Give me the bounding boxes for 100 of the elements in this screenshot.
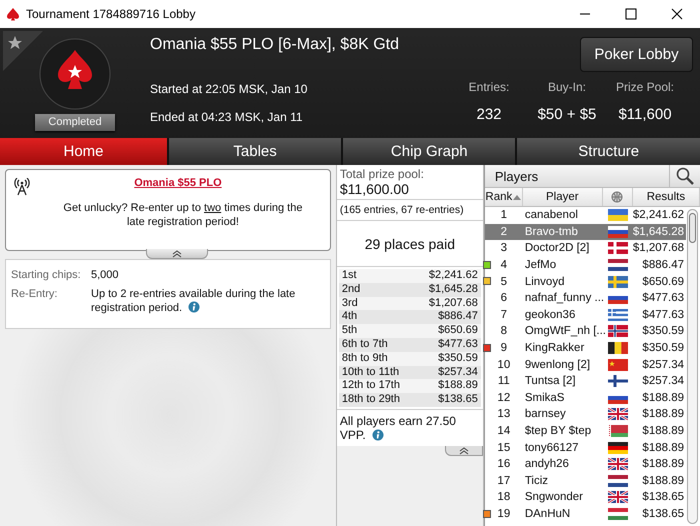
- player-row[interactable]: 18 Sngwonder $138.65: [484, 489, 686, 506]
- flag-icon: [608, 276, 628, 288]
- column-header[interactable]: Rank: [484, 188, 523, 206]
- player-name: Sngwonder: [524, 491, 584, 504]
- player-row[interactable]: 2 Bravo-tmb $1,645.28: [484, 224, 686, 240]
- poker-lobby-button[interactable]: Poker Lobby: [580, 37, 693, 72]
- player-row[interactable]: 13 barnsey $188.89: [484, 406, 686, 423]
- start-time: Started at 22:05 MSK, Jan 10: [150, 82, 308, 96]
- rank-cell-text: 10: [496, 358, 512, 371]
- tab[interactable]: Home: [0, 138, 167, 165]
- result-cell-text: $350.59: [641, 325, 685, 338]
- scrollbar[interactable]: [687, 209, 698, 524]
- collapse-button[interactable]: [146, 249, 208, 259]
- player-row[interactable]: 6 nafnaf_funny ... $477.63: [484, 290, 686, 307]
- player-row[interactable]: 14 $tep BY $tep $188.89: [484, 422, 686, 440]
- player-row[interactable]: 10 9wenlong [2] $257.34: [484, 356, 686, 373]
- player-row[interactable]: 12 SmikaS $188.89: [484, 390, 686, 406]
- place-label: 10th to 11th: [342, 366, 400, 380]
- result-cell-text: $257.34: [641, 358, 685, 371]
- detail-label: Re-Entry:: [11, 287, 58, 302]
- place-label: 18th to 29th: [342, 393, 400, 407]
- search-icon[interactable]: [676, 167, 694, 185]
- player-row[interactable]: 3 Doctor2D [2] $1,207.68: [484, 240, 686, 257]
- player-name: DAnHuN: [524, 508, 572, 520]
- prize-amount: $886.47: [438, 310, 478, 324]
- tab[interactable]: Chip Graph: [343, 138, 516, 165]
- total-prize: $11,600.00: [340, 181, 410, 197]
- result-cell-text: $886.47: [641, 259, 685, 272]
- flag-icon: [608, 259, 628, 272]
- prize-amount: $1,207.68: [428, 296, 478, 310]
- result-cell-text: $188.89: [641, 392, 685, 404]
- prize-amount: $138.65: [438, 393, 478, 407]
- stat-label: Buy-In:: [548, 80, 586, 94]
- app-logo-icon: [6, 7, 20, 21]
- flag-icon: [608, 358, 628, 371]
- flag-icon: [608, 325, 628, 338]
- close-icon[interactable]: [671, 8, 683, 20]
- detail-value: Up to 2 re-entries available during the late registration period.: [91, 287, 296, 315]
- result-cell-text: $188.89: [641, 474, 685, 487]
- result-cell-text: $138.65: [641, 491, 685, 504]
- detail-value: 5,000: [91, 268, 120, 282]
- player-row[interactable]: 19 DAnHuN $138.65: [484, 506, 686, 522]
- player-name: barnsey: [524, 408, 567, 420]
- prize-amount: $650.69: [438, 324, 478, 338]
- result-cell-text: $477.63: [641, 292, 685, 304]
- player-row[interactable]: 4 JefMo $886.47: [484, 256, 686, 274]
- result-cell-text: $1,645.28: [632, 226, 685, 238]
- collapse-button[interactable]: [444, 446, 483, 456]
- sort-arrow-icon: [513, 194, 522, 200]
- flag-icon: [608, 375, 628, 388]
- flag-icon: [608, 209, 628, 222]
- player-name: nafnaf_funny ...: [524, 292, 603, 304]
- player-name: Tuntsa [2]: [524, 375, 577, 388]
- rank-cell-text: 19: [496, 508, 512, 520]
- player-name: canabenol: [524, 209, 579, 222]
- player-row[interactable]: 15 tony66127 $188.89: [484, 439, 686, 456]
- player-row[interactable]: 1 canabenol $2,241.62: [484, 207, 686, 224]
- place-label: 6th to 7th: [342, 338, 388, 352]
- tab[interactable]: Structure: [517, 138, 700, 165]
- rank-cell-text: 6: [500, 292, 508, 304]
- result-cell-text: $188.89: [641, 425, 685, 438]
- result-cell-text: $257.34: [641, 375, 685, 388]
- player-row[interactable]: 8 OmgWtF_nh [... $350.59: [484, 323, 686, 340]
- rank-cell-text: 1: [500, 209, 508, 222]
- flag-icon: [608, 226, 628, 238]
- player-row[interactable]: 16 andyh26 $188.89: [484, 456, 686, 472]
- favorite-star-icon[interactable]: [3, 31, 43, 71]
- rank-cell-text: 11: [496, 375, 511, 388]
- player-row[interactable]: 7 geokon36 $477.63: [484, 306, 686, 324]
- news-link[interactable]: Omania $55 PLO: [134, 177, 222, 189]
- prize-amount: $477.63: [438, 338, 478, 352]
- flag-icon: [608, 308, 628, 321]
- rank-cell-text: 7: [500, 308, 508, 321]
- maximize-icon[interactable]: [625, 8, 637, 20]
- flag-icon: [608, 474, 628, 487]
- rank-cell-text: 16: [496, 458, 512, 470]
- player-row[interactable]: 5 Linvoyd $650.69: [484, 273, 686, 290]
- result-cell-text: $188.89: [641, 458, 685, 470]
- tab[interactable]: Tables: [168, 138, 342, 165]
- place-label: 1st: [342, 269, 357, 283]
- player-row[interactable]: 17 Ticiz $188.89: [484, 472, 686, 490]
- flag-icon: [608, 342, 628, 354]
- flag-icon: [608, 508, 628, 520]
- place-label: 8th to 9th: [342, 352, 388, 366]
- rank-cell-text: 18: [496, 491, 512, 504]
- info-icon[interactable]: [372, 428, 384, 441]
- column-header[interactable]: Results: [632, 188, 700, 206]
- stat-value: 232: [476, 106, 502, 123]
- column-header[interactable]: Player: [522, 188, 603, 206]
- player-row[interactable]: 9 KingRakker $350.59: [484, 340, 686, 356]
- stat-value: $11,600: [618, 106, 672, 123]
- rank-cell-text: 17: [496, 474, 512, 487]
- panel-title: Players: [494, 168, 538, 184]
- prize-amount: $257.34: [438, 366, 478, 380]
- news-message: Get unlucky? Re-enter up to two times during the late registration period!: [62, 201, 303, 229]
- rank-cell-text: 15: [496, 442, 512, 454]
- info-icon[interactable]: [188, 301, 200, 313]
- flag-icon: [608, 458, 628, 470]
- player-row[interactable]: 11 Tuntsa [2] $257.34: [484, 372, 686, 390]
- player-name: tony66127: [524, 442, 580, 454]
